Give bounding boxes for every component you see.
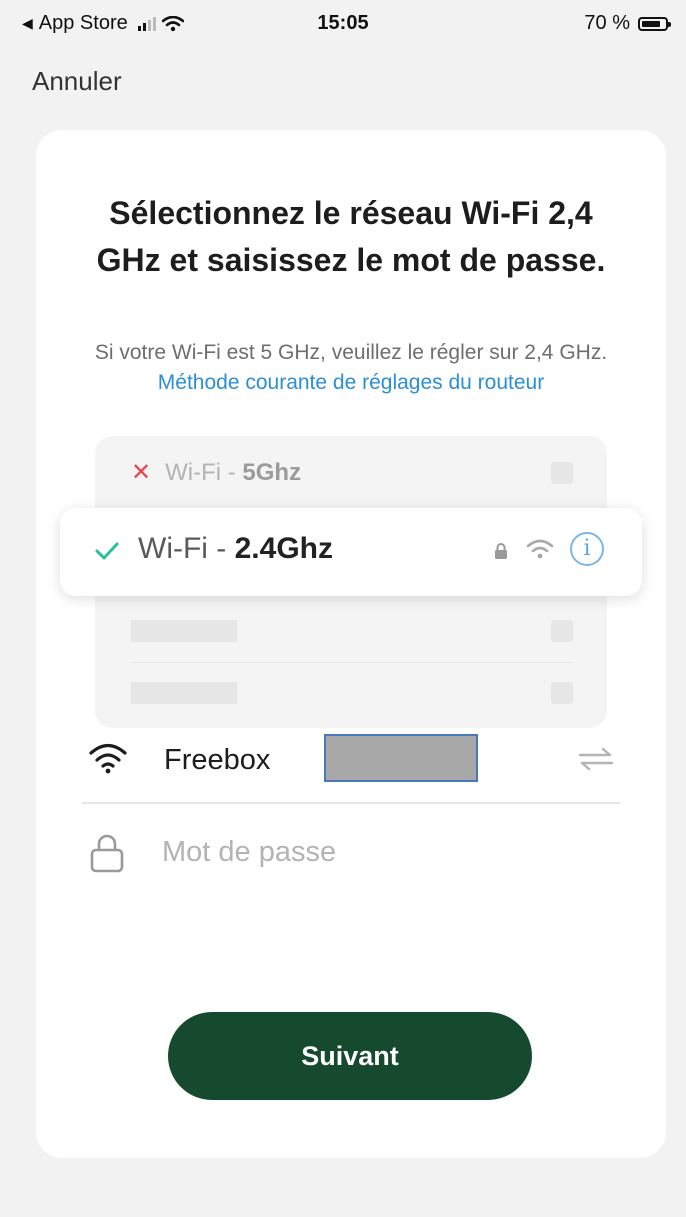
cancel-button[interactable]: Annuler <box>32 66 122 97</box>
info-icon[interactable]: i <box>570 532 604 566</box>
wifi-icon <box>526 539 554 559</box>
placeholder-square <box>551 620 573 642</box>
status-bar: ◀ App Store 15:05 70 % <box>0 0 686 50</box>
wifi-icon <box>89 743 127 774</box>
ssid-value: Freebox <box>164 744 271 776</box>
field-divider <box>82 802 620 804</box>
placeholder-square <box>551 682 573 704</box>
next-button[interactable]: Suivant <box>168 1012 532 1100</box>
network-5ghz-band: 5Ghz <box>242 458 302 486</box>
battery-status: 70 % <box>584 12 671 35</box>
password-field[interactable] <box>82 822 620 886</box>
battery-icon <box>638 16 671 31</box>
clock: 15:05 <box>317 12 369 34</box>
network-24ghz-prefix: Wi-Fi - <box>138 532 235 565</box>
password-input[interactable] <box>162 830 602 874</box>
check-icon <box>95 542 119 560</box>
lock-icon <box>495 543 507 559</box>
wifi-setup-card: Sélectionnez le réseau Wi-Fi 2,4 GHz et … <box>36 130 666 1158</box>
divider <box>131 662 573 663</box>
router-settings-link[interactable]: Méthode courante de réglages du routeur <box>158 371 544 394</box>
placeholder-square <box>551 462 573 484</box>
redaction-box <box>324 734 478 782</box>
placeholder-bar <box>131 620 237 642</box>
network-5ghz: ✕ Wi-Fi - 5Ghz <box>131 458 301 487</box>
network-24ghz-label: Wi-Fi - 2.4Ghz <box>138 532 333 566</box>
network-24ghz-band: 2.4Ghz <box>234 532 333 565</box>
x-icon: ✕ <box>131 459 152 486</box>
network-5ghz-prefix: Wi-Fi - <box>165 458 243 486</box>
switch-network-icon[interactable] <box>578 746 614 772</box>
lock-icon <box>90 834 124 873</box>
network-24ghz-card: Wi-Fi - 2.4Ghz i <box>60 508 642 596</box>
subtitle: Si votre Wi-Fi est 5 GHz, veuillez le ré… <box>72 338 630 398</box>
page-title: Sélectionnez le réseau Wi-Fi 2,4 GHz et … <box>96 195 606 278</box>
placeholder-bar <box>131 682 237 704</box>
battery-percent: 70 % <box>584 12 630 34</box>
subtitle-text: Si votre Wi-Fi est 5 GHz, veuillez le ré… <box>94 341 608 364</box>
ssid-field[interactable]: Freebox <box>82 730 620 802</box>
